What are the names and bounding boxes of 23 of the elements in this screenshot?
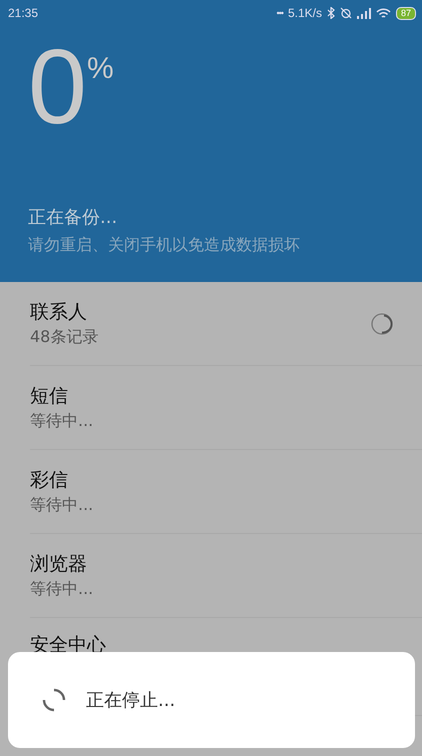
wifi-icon (376, 8, 391, 18)
item-title: 联系人 (30, 300, 88, 325)
alarm-off-icon (340, 7, 352, 19)
item-title: 彩信 (30, 468, 69, 493)
status-time: 21:35 (8, 6, 38, 20)
dialog-message: 正在停止... (86, 689, 176, 712)
battery-level: 87 (396, 6, 416, 20)
bluetooth-icon (326, 7, 335, 19)
item-status: 等待中... (30, 495, 94, 516)
item-title: 浏览器 (30, 552, 88, 577)
warning-text: 请勿重启、关闭手机以免造成数据损坏 (28, 235, 301, 256)
more-dots: ••• (276, 8, 283, 18)
progress-percent: 0 (28, 30, 87, 145)
item-status: 48条记录 (30, 327, 98, 348)
network-speed: 5.1K/s (288, 6, 322, 20)
item-status: 等待中... (30, 579, 94, 600)
signal-icon (356, 8, 371, 18)
backup-status: 正在备份... (28, 206, 118, 229)
percent-sign: % (86, 52, 114, 86)
loading-spinner-icon (42, 688, 66, 712)
item-status: 等待中... (30, 411, 94, 432)
progress-spinner-icon (370, 312, 394, 336)
item-title: 短信 (30, 384, 69, 409)
